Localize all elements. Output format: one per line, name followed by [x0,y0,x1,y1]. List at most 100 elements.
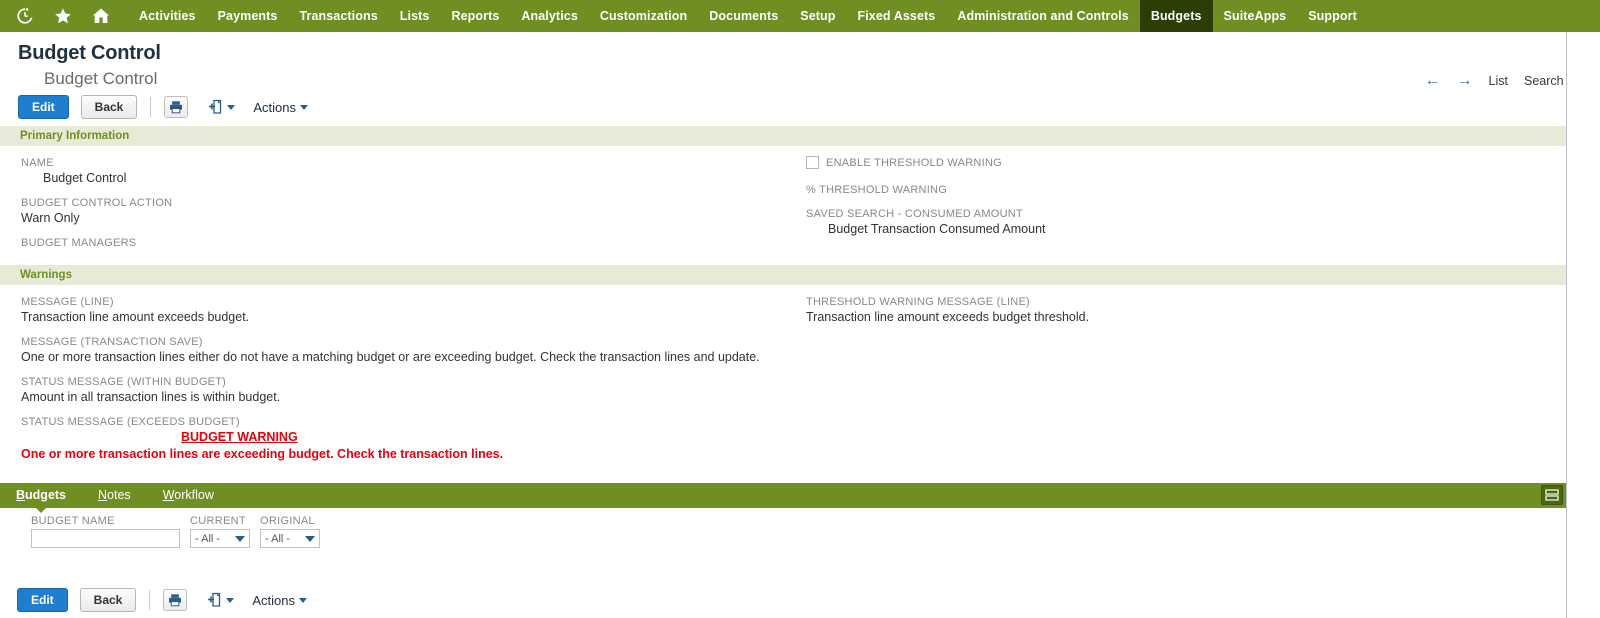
back-button[interactable]: Back [80,95,138,119]
section-header-warnings: Warnings [0,264,1566,285]
current-label: CURRENT [190,515,246,527]
nav-item-payments[interactable]: Payments [207,0,289,32]
budget-name-input[interactable] [31,529,180,548]
nav-item-fixed-assets[interactable]: Fixed Assets [847,0,947,32]
nav-item-reports[interactable]: Reports [440,0,510,32]
main-navigation-bar: Activities Payments Transactions Lists R… [0,0,1600,32]
page-title: Budget Control [18,42,161,64]
recent-history-icon[interactable] [14,5,36,27]
field-message-line-value: Transaction line amount exceeds budget. [21,310,250,324]
toolbar-divider [150,97,152,117]
field-status-message-within-budget: STATUS MESSAGE (WITHIN BUDGET) Amount in… [21,375,793,405]
actions-label: Actions [253,99,296,115]
chevron-down-icon [226,597,235,603]
split-view-icon[interactable] [1541,485,1563,505]
enable-threshold-warning-label: ENABLE THRESHOLD WARNING [826,156,1002,169]
chevron-down-icon [235,535,245,542]
budgets-filter-row: BUDGET NAME CURRENT - All - ORIGINAL - A… [0,508,1566,548]
actions-menu-button-bottom[interactable]: Actions [252,593,307,608]
nav-menu-items: Activities Payments Transactions Lists R… [128,0,1368,32]
tab-budgets[interactable]: Budgets [0,483,82,513]
primary-info-right-column: ENABLE THRESHOLD WARNING % THRESHOLD WAR… [793,156,1553,260]
warnings-fields: MESSAGE (LINE) Transaction line amount e… [0,285,1566,477]
filter-original: ORIGINAL - All - [260,515,320,548]
previous-record-arrow-icon[interactable]: ← [1425,73,1441,89]
top-toolbar: Edit Back Actions [0,89,1566,125]
home-icon[interactable] [90,5,112,27]
budget-warning-heading: BUDGET WARNING [181,430,298,444]
new-file-icon[interactable] [208,99,236,115]
field-threshold-warning-message-line: THRESHOLD WARNING MESSAGE (LINE) Transac… [806,295,1553,325]
next-record-arrow-icon[interactable]: → [1457,73,1473,89]
field-budget-control-action-label: BUDGET CONTROL ACTION [21,197,173,209]
field-status-exceeds-budget-label: STATUS MESSAGE (EXCEEDS BUDGET) [21,416,240,428]
field-saved-search-value: Budget Transaction Consumed Amount [828,222,1046,236]
printer-icon[interactable] [164,96,189,118]
primary-information-fields: NAME Budget Control BUDGET CONTROL ACTIO… [0,146,1566,264]
actions-menu-button[interactable]: Actions [253,100,308,115]
nav-item-support[interactable]: Support [1297,0,1368,32]
nav-item-customization[interactable]: Customization [589,0,698,32]
field-status-within-budget-label: STATUS MESSAGE (WITHIN BUDGET) [21,376,227,388]
field-budget-control-action: BUDGET CONTROL ACTION Warn Only [21,196,793,226]
nav-item-transactions[interactable]: Transactions [288,0,388,32]
chevron-down-icon [299,597,307,603]
tab-notes-label: otes [107,488,131,502]
printer-icon[interactable] [163,589,188,611]
list-link[interactable]: List [1489,74,1508,88]
chevron-down-icon [305,535,315,542]
chevron-down-icon [300,104,308,110]
new-file-icon[interactable] [207,592,235,608]
field-message-transaction-save-label: MESSAGE (TRANSACTION SAVE) [21,336,203,348]
actions-label: Actions [252,592,295,608]
filter-budget-name: BUDGET NAME [31,515,180,548]
field-message-line: MESSAGE (LINE) Transaction line amount e… [21,295,793,325]
warnings-left-column: MESSAGE (LINE) Transaction line amount e… [0,295,793,473]
nav-item-administration-and-controls[interactable]: Administration and Controls [946,0,1139,32]
current-select[interactable]: - All - [190,529,250,548]
record-navigation-links: ← → List Search [1425,73,1566,89]
toolbar-divider [149,590,151,610]
filter-current: CURRENT - All - [190,515,250,548]
field-enable-threshold-warning[interactable]: ENABLE THRESHOLD WARNING [806,156,1553,169]
chevron-down-icon [227,104,236,110]
enable-threshold-warning-checkbox[interactable] [806,156,819,169]
tab-notes[interactable]: Notes [82,483,147,508]
section-header-primary-information: Primary Information [0,125,1566,146]
current-select-value: - All - [195,532,221,545]
primary-info-left-column: NAME Budget Control BUDGET CONTROL ACTIO… [0,156,793,260]
favorites-star-icon[interactable] [52,5,74,27]
nav-item-documents[interactable]: Documents [698,0,789,32]
budget-warning-body: One or more transaction lines are exceed… [21,447,504,461]
tab-workflow-accel: W [162,488,175,502]
tab-workflow[interactable]: Workflow [147,483,230,508]
edit-button-bottom[interactable]: Edit [17,588,68,612]
budgets-sublist-body: BUDGET NAME CURRENT - All - ORIGINAL - A… [0,508,1566,582]
nav-item-lists[interactable]: Lists [389,0,441,32]
warnings-right-column: THRESHOLD WARNING MESSAGE (LINE) Transac… [793,295,1553,473]
nav-item-budgets[interactable]: Budgets [1139,0,1213,32]
nav-item-analytics[interactable]: Analytics [510,0,588,32]
back-button-bottom[interactable]: Back [79,588,137,612]
nav-item-setup[interactable]: Setup [789,0,846,32]
field-saved-search-consumed-amount: SAVED SEARCH - CONSUMED AMOUNT Budget Tr… [806,207,1553,237]
nav-icon-group [0,0,112,32]
tab-budgets-label: udgets [25,488,67,502]
field-budget-managers-label: BUDGET MANAGERS [21,237,137,249]
tab-budgets-accel: B [16,488,26,502]
field-status-within-budget-value: Amount in all transaction lines is withi… [21,390,281,404]
field-name-label: NAME [21,157,54,169]
field-name: NAME Budget Control [21,156,793,186]
field-threshold-warning-message-label: THRESHOLD WARNING MESSAGE (LINE) [806,296,1030,308]
active-tab-indicator [36,508,46,513]
record-page: Budget Control Budget Control ← → List S… [0,32,1567,618]
budget-name-label: BUDGET NAME [31,515,115,527]
nav-item-activities[interactable]: Activities [128,0,207,32]
nav-item-suiteapps[interactable]: SuiteApps [1213,0,1298,32]
original-select[interactable]: - All - [260,529,320,548]
search-link[interactable]: Search [1524,74,1564,88]
field-message-transaction-save: MESSAGE (TRANSACTION SAVE) One or more t… [21,335,793,365]
tab-workflow-label: orkflow [174,488,214,502]
edit-button[interactable]: Edit [18,95,69,119]
bottom-toolbar: Edit Back Actions [0,582,1566,618]
